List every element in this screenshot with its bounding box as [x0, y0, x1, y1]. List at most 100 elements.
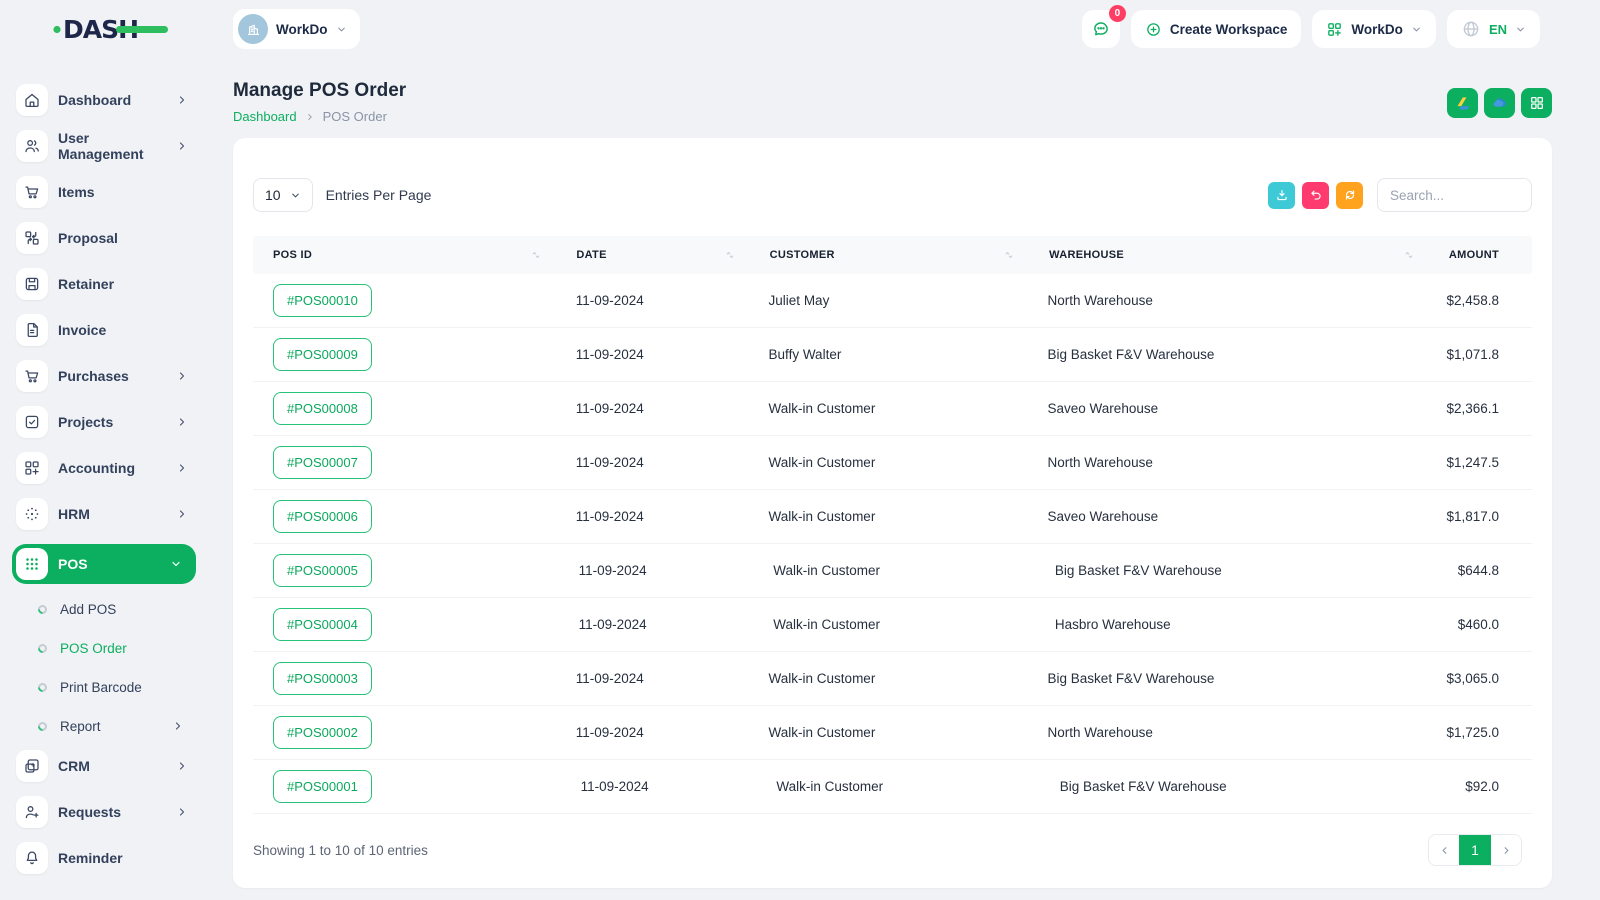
pagination-current-page[interactable]: 1: [1459, 835, 1491, 865]
column-header-pos-id[interactable]: POS ID: [253, 249, 556, 261]
table-row: #POS00003 11-09-2024 Walk-in Customer Bi…: [253, 652, 1532, 706]
chevron-right-icon: [176, 508, 188, 520]
user-plus-icon: [16, 796, 48, 828]
warehouse-name: Big Basket F&V Warehouse: [1054, 563, 1222, 578]
export-button[interactable]: [1268, 181, 1295, 209]
chevron-right-icon: [1504, 846, 1508, 854]
language-selector[interactable]: EN: [1446, 10, 1540, 48]
crm-icon: [16, 750, 48, 782]
chevron-right-icon: [176, 806, 188, 818]
table-controls: 10 Entries Per Page: [253, 178, 1532, 212]
warehouse-name: Hasbro Warehouse: [1054, 617, 1171, 632]
order-amount: $3,065.0: [1446, 671, 1499, 686]
warehouse-name: North Warehouse: [1047, 455, 1153, 470]
column-header-date[interactable]: DATE: [556, 249, 749, 261]
onedrive-button[interactable]: [1484, 88, 1515, 118]
pagination-prev-button[interactable]: [1429, 835, 1459, 865]
sidebar-item-crm[interactable]: CRM: [16, 750, 210, 782]
pos-id-button[interactable]: #POS00008: [273, 392, 372, 425]
customer-name: Walk-in Customer: [768, 455, 876, 470]
cart-icon: [16, 360, 48, 392]
sidebar-item-projects[interactable]: Projects: [16, 406, 210, 438]
column-header-warehouse[interactable]: WAREHOUSE: [1029, 249, 1429, 261]
customer-name: Buffy Walter: [768, 347, 842, 362]
sidebar-item-reminder[interactable]: Reminder: [16, 842, 210, 874]
language-label: EN: [1488, 21, 1507, 37]
sort-icon[interactable]: [530, 249, 542, 261]
sidebar-subitem-pos-order[interactable]: POS Order: [36, 633, 210, 663]
sidebar-item-pos[interactable]: POS: [12, 544, 196, 584]
chat-icon: [1093, 22, 1108, 36]
pos-id-button[interactable]: #POS00006: [273, 500, 372, 533]
table-row: #POS00004 11-09-2024 Walk-in Customer Ha…: [253, 598, 1532, 652]
grid-view-button[interactable]: [1521, 88, 1552, 118]
pos-id-button[interactable]: #POS00010: [273, 284, 372, 317]
chevron-left-icon: [1442, 846, 1446, 854]
pagination-next-button[interactable]: [1491, 835, 1521, 865]
pos-id-button[interactable]: #POS00001: [273, 770, 372, 803]
sidebar-item-proposal[interactable]: Proposal: [16, 222, 210, 254]
sidebar-item-purchases[interactable]: Purchases: [16, 360, 210, 392]
sidebar-subitem-report[interactable]: Report: [36, 711, 210, 741]
sidebar-item-invoice[interactable]: Invoice: [16, 314, 210, 346]
table-row: #POS00009 11-09-2024 Buffy Walter Big Ba…: [253, 328, 1532, 382]
column-header-amount[interactable]: AMOUNT: [1429, 249, 1532, 261]
order-amount: $2,458.8: [1446, 293, 1499, 308]
pos-id-button[interactable]: #POS00003: [273, 662, 372, 695]
workspace-selector[interactable]: WorkDo: [233, 9, 360, 49]
sidebar-item-items[interactable]: Items: [16, 176, 210, 208]
warehouse-name: Saveo Warehouse: [1047, 509, 1159, 524]
sort-icon[interactable]: [1003, 249, 1015, 261]
create-workspace-button[interactable]: Create Workspace: [1130, 10, 1302, 48]
sort-icon[interactable]: [1403, 249, 1415, 261]
sidebar-item-user-management[interactable]: User Management: [16, 130, 210, 162]
invoice-icon: [16, 314, 48, 346]
brand-logo[interactable]: DASH: [0, 11, 210, 47]
refresh-button[interactable]: [1336, 181, 1363, 209]
chevron-right-icon: [176, 140, 188, 152]
sidebar-item-dashboard[interactable]: Dashboard: [16, 84, 210, 116]
sidebar-item-hrm[interactable]: HRM: [16, 498, 210, 530]
order-date: 11-09-2024: [575, 455, 644, 470]
order-amount: $92.0: [1465, 779, 1499, 794]
company-menu-button[interactable]: WorkDo: [1312, 10, 1436, 48]
pos-id-button[interactable]: #POS00004: [273, 608, 372, 641]
chevron-down-icon: [170, 558, 182, 570]
breadcrumb-dashboard-link[interactable]: Dashboard: [233, 109, 297, 124]
entries-per-page-value: 10: [265, 187, 281, 203]
pos-id-button[interactable]: #POS00002: [273, 716, 372, 749]
sidebar-item-requests[interactable]: Requests: [16, 796, 210, 828]
table-body: #POS00010 11-09-2024 Juliet May North Wa…: [253, 274, 1532, 814]
warehouse-name: North Warehouse: [1047, 725, 1153, 740]
search-input[interactable]: [1377, 178, 1532, 212]
sidebar-item-label: Proposal: [58, 230, 118, 246]
table-row: #POS00005 11-09-2024 Walk-in Customer Bi…: [253, 544, 1532, 598]
pos-id-button[interactable]: #POS00009: [273, 338, 372, 371]
topbar: DASH WorkDo 0 Create Workspace WorkDo EN: [0, 0, 1600, 58]
sidebar-item-label: Accounting: [58, 460, 135, 476]
onedrive-icon: [1493, 98, 1506, 107]
pos-id-button[interactable]: #POS00007: [273, 446, 372, 479]
table-header: POS ID DATE CUSTOMER WAREHOUSE AMOUNT: [253, 236, 1532, 274]
order-date: 11-09-2024: [575, 509, 644, 524]
download-icon: [1276, 190, 1287, 201]
breadcrumb-current: POS Order: [322, 109, 387, 124]
pos-id-button[interactable]: #POS00005: [273, 554, 372, 587]
sidebar-item-retainer[interactable]: Retainer: [16, 268, 210, 300]
column-header-customer[interactable]: CUSTOMER: [750, 249, 1030, 261]
sidebar-subitem-print-barcode[interactable]: Print Barcode: [36, 672, 210, 702]
showing-entries-text: Showing 1 to 10 of 10 entries: [253, 842, 428, 858]
reset-button[interactable]: [1302, 181, 1329, 209]
sidebar-item-accounting[interactable]: Accounting: [16, 452, 210, 484]
messages-badge: 0: [1108, 5, 1126, 22]
google-drive-button[interactable]: [1447, 88, 1478, 118]
order-amount: $1,817.0: [1446, 509, 1499, 524]
sort-icon[interactable]: [724, 249, 736, 261]
entries-per-page-label: Entries Per Page: [325, 187, 432, 203]
sidebar-subitem-add-pos[interactable]: Add POS: [36, 594, 210, 624]
messages-button[interactable]: 0: [1081, 5, 1126, 48]
plus-circle-icon: [1147, 22, 1160, 36]
proposal-icon: [16, 222, 48, 254]
entries-per-page-select[interactable]: 10: [253, 178, 313, 212]
sidebar-item-label: Projects: [58, 414, 114, 430]
